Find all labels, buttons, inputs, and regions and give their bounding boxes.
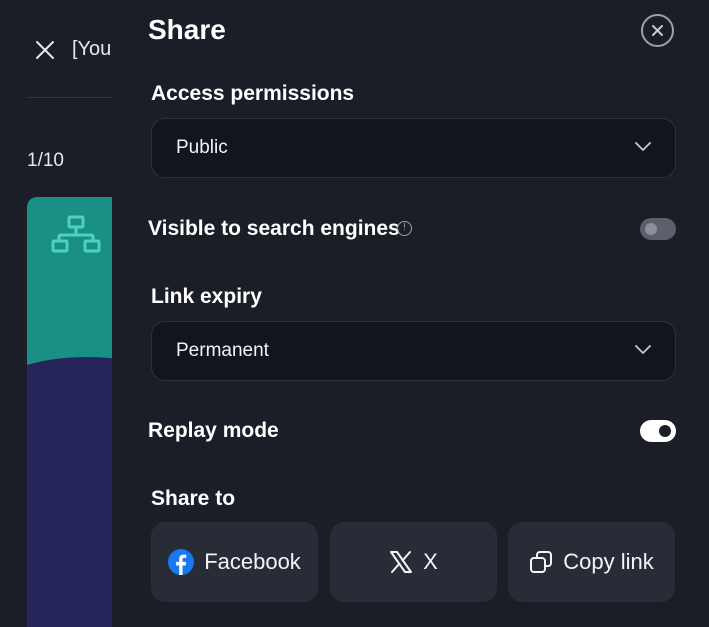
search-engines-toggle[interactable] [640, 218, 676, 240]
toggle-knob [659, 425, 671, 437]
toggle-knob [645, 223, 657, 235]
panel-title: Share [148, 14, 226, 45]
replay-mode-label: Replay mode [148, 419, 279, 442]
search-engines-label: Visible to search engines [148, 217, 400, 240]
close-button[interactable] [641, 14, 674, 47]
slide-counter: 1/10 [27, 150, 64, 171]
background-title: [You [72, 38, 112, 60]
share-panel: Share Access permissions Public Visible … [112, 0, 709, 627]
chevron-down-icon [635, 345, 651, 354]
copy-link-button[interactable]: Copy link [508, 522, 675, 602]
network-icon [51, 215, 101, 253]
background-app: [You 1/10 [0, 0, 112, 627]
access-permissions-label: Access permissions [151, 82, 355, 105]
close-icon [652, 25, 663, 36]
access-permissions-select[interactable]: Public [151, 118, 676, 178]
access-permissions-value: Public [176, 137, 228, 158]
x-label: X [423, 549, 438, 574]
x-logo-icon [390, 551, 413, 573]
share-to-label: Share to [151, 487, 236, 510]
link-expiry-select[interactable]: Permanent [151, 321, 676, 381]
info-icon[interactable]: ! [397, 221, 412, 236]
slide-thumbnail[interactable] [27, 197, 112, 627]
divider [27, 97, 112, 98]
link-expiry-label: Link expiry [151, 285, 262, 308]
copy-link-label: Copy link [563, 549, 654, 574]
copy-icon [530, 551, 553, 573]
share-x-button[interactable]: X [330, 522, 497, 602]
replay-mode-toggle[interactable] [640, 420, 676, 442]
facebook-icon [168, 549, 195, 575]
link-expiry-value: Permanent [176, 340, 269, 361]
chevron-down-icon [635, 142, 651, 151]
close-icon[interactable] [33, 38, 57, 62]
share-facebook-button[interactable]: Facebook [151, 522, 318, 602]
facebook-label: Facebook [204, 549, 301, 574]
slide-curve [27, 357, 112, 397]
